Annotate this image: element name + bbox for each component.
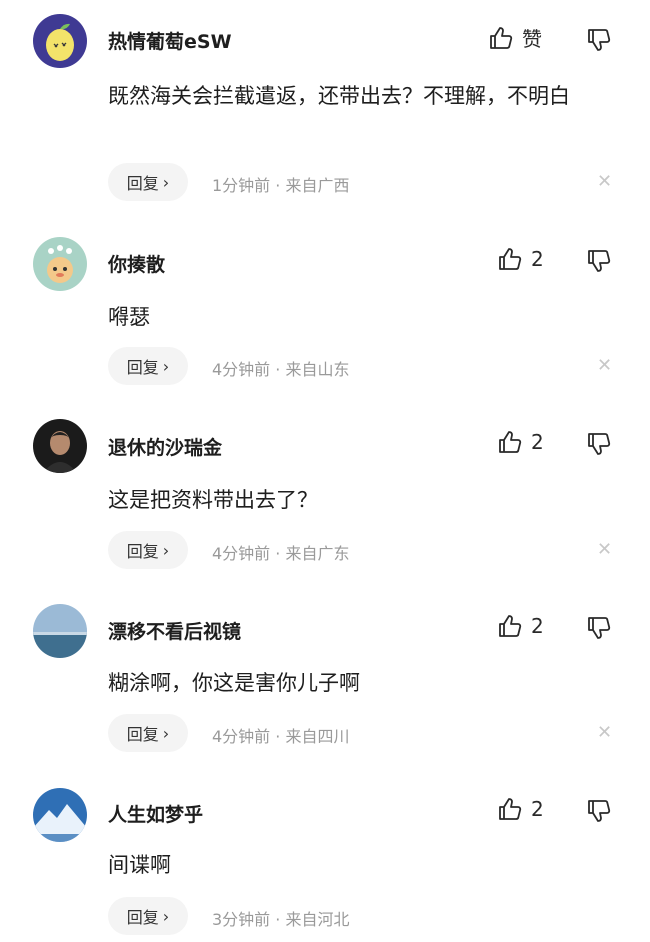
avatar[interactable] bbox=[33, 237, 87, 291]
avatar[interactable] bbox=[33, 788, 87, 842]
close-icon[interactable]: ✕ bbox=[597, 173, 612, 191]
username[interactable]: 你揍散 bbox=[108, 250, 165, 277]
reply-label: 回复 bbox=[126, 358, 159, 377]
dislike-button[interactable] bbox=[586, 248, 612, 274]
timestamp: 3分钟前 bbox=[212, 910, 271, 929]
dislike-button[interactable] bbox=[586, 27, 612, 53]
reply-button[interactable]: 回复 › bbox=[108, 347, 188, 385]
chevron-right-icon: › bbox=[162, 723, 170, 743]
location: 来自河北 bbox=[285, 910, 350, 929]
timestamp: 4分钟前 bbox=[212, 360, 271, 379]
location: 来自广西 bbox=[285, 176, 350, 195]
location: 来自山东 bbox=[285, 360, 350, 379]
chevron-right-icon: › bbox=[162, 540, 170, 560]
comment-meta: 1分钟前 · 来自广西 bbox=[212, 172, 349, 196]
like-button[interactable]: 2 bbox=[497, 613, 544, 639]
close-icon[interactable]: ✕ bbox=[597, 357, 612, 375]
comment-text: 糊涂啊，你这是害你儿子啊 bbox=[108, 671, 360, 695]
like-count: 2 bbox=[531, 614, 544, 638]
meta-separator: · bbox=[275, 176, 281, 195]
meta-separator: · bbox=[275, 544, 281, 563]
avatar-cartoon-image bbox=[33, 237, 87, 291]
avatar-sea-image bbox=[33, 604, 87, 658]
meta-separator: · bbox=[275, 910, 281, 929]
comment-meta: 4分钟前 · 来自山东 bbox=[212, 356, 349, 380]
thumbs-down-icon bbox=[588, 433, 611, 455]
like-button[interactable]: 2 bbox=[497, 429, 544, 455]
reply-label: 回复 bbox=[126, 542, 159, 561]
avatar-lemon-image bbox=[33, 14, 87, 68]
avatar-portrait-image bbox=[33, 419, 87, 473]
comment-text: 嘚瑟 bbox=[108, 305, 150, 329]
thumbs-down-icon bbox=[588, 617, 611, 639]
reply-label: 回复 bbox=[126, 174, 159, 193]
chevron-right-icon: › bbox=[162, 906, 170, 926]
comment-item: 人生如梦乎 2 间谍啊 回复 › 3分钟前 · 来自河北 bbox=[0, 760, 650, 942]
thumbs-up-icon bbox=[499, 798, 522, 820]
avatar[interactable] bbox=[33, 604, 87, 658]
close-icon[interactable]: ✕ bbox=[597, 724, 612, 742]
meta-separator: · bbox=[275, 360, 281, 379]
comment-text: 这是把资料带出去了？ bbox=[108, 488, 318, 512]
comment-item: 你揍散 2 嘚瑟 回复 › 4分钟前 · 来自山东 ✕ bbox=[0, 210, 650, 394]
like-button[interactable]: 赞 bbox=[488, 23, 542, 52]
reply-button[interactable]: 回复 › bbox=[108, 714, 188, 752]
thumbs-up-icon bbox=[499, 615, 522, 637]
timestamp: 4分钟前 bbox=[212, 727, 271, 746]
reply-button[interactable]: 回复 › bbox=[108, 163, 188, 201]
dislike-button[interactable] bbox=[586, 431, 612, 457]
comment-item: 热情葡萄eSW 赞 既然海关会拦截遣返，还带出去？不理解，不明白 回复 › 1分… bbox=[0, 0, 650, 210]
timestamp: 4分钟前 bbox=[212, 544, 271, 563]
username[interactable]: 漂移不看后视镜 bbox=[108, 617, 241, 644]
like-count: 2 bbox=[531, 797, 544, 821]
comment-item: 退休的沙瑞金 2 这是把资料带出去了？ 回复 › 4分钟前 · 来自广东 ✕ bbox=[0, 394, 650, 577]
comment-meta: 3分钟前 · 来自河北 bbox=[212, 906, 349, 930]
location: 来自四川 bbox=[285, 727, 350, 746]
dislike-button[interactable] bbox=[586, 798, 612, 824]
avatar-mountain-image bbox=[33, 788, 87, 842]
comment-item: 漂移不看后视镜 2 糊涂啊，你这是害你儿子啊 回复 › 4分钟前 · 来自四川 … bbox=[0, 577, 650, 760]
like-count: 2 bbox=[531, 430, 544, 454]
reply-button[interactable]: 回复 › bbox=[108, 897, 188, 935]
like-button[interactable]: 2 bbox=[497, 246, 544, 272]
thumbs-up-icon bbox=[499, 248, 522, 270]
username[interactable]: 热情葡萄eSW bbox=[108, 27, 232, 54]
location: 来自广东 bbox=[285, 544, 350, 563]
timestamp: 1分钟前 bbox=[212, 176, 271, 195]
meta-separator: · bbox=[275, 727, 281, 746]
thumbs-up-icon bbox=[490, 26, 513, 49]
thumbs-down-icon bbox=[588, 29, 611, 51]
like-button[interactable]: 2 bbox=[497, 796, 544, 822]
like-label: 赞 bbox=[522, 27, 542, 51]
reply-label: 回复 bbox=[126, 725, 159, 744]
chevron-right-icon: › bbox=[162, 172, 170, 192]
comment-meta: 4分钟前 · 来自广东 bbox=[212, 540, 349, 564]
like-count: 2 bbox=[531, 247, 544, 271]
avatar[interactable] bbox=[33, 419, 87, 473]
username[interactable]: 退休的沙瑞金 bbox=[108, 433, 222, 460]
username[interactable]: 人生如梦乎 bbox=[108, 800, 203, 827]
thumbs-up-icon bbox=[499, 431, 522, 453]
comment-meta: 4分钟前 · 来自四川 bbox=[212, 723, 349, 747]
reply-label: 回复 bbox=[126, 908, 159, 927]
thumbs-down-icon bbox=[588, 800, 611, 822]
chevron-right-icon: › bbox=[162, 356, 170, 376]
dislike-button[interactable] bbox=[586, 615, 612, 641]
avatar[interactable] bbox=[33, 14, 87, 68]
reply-button[interactable]: 回复 › bbox=[108, 531, 188, 569]
close-icon[interactable]: ✕ bbox=[597, 541, 612, 559]
thumbs-down-icon bbox=[588, 250, 611, 272]
comment-text: 间谍啊 bbox=[108, 853, 171, 877]
comment-text: 既然海关会拦截遣返，还带出去？不理解，不明白 bbox=[108, 84, 570, 108]
